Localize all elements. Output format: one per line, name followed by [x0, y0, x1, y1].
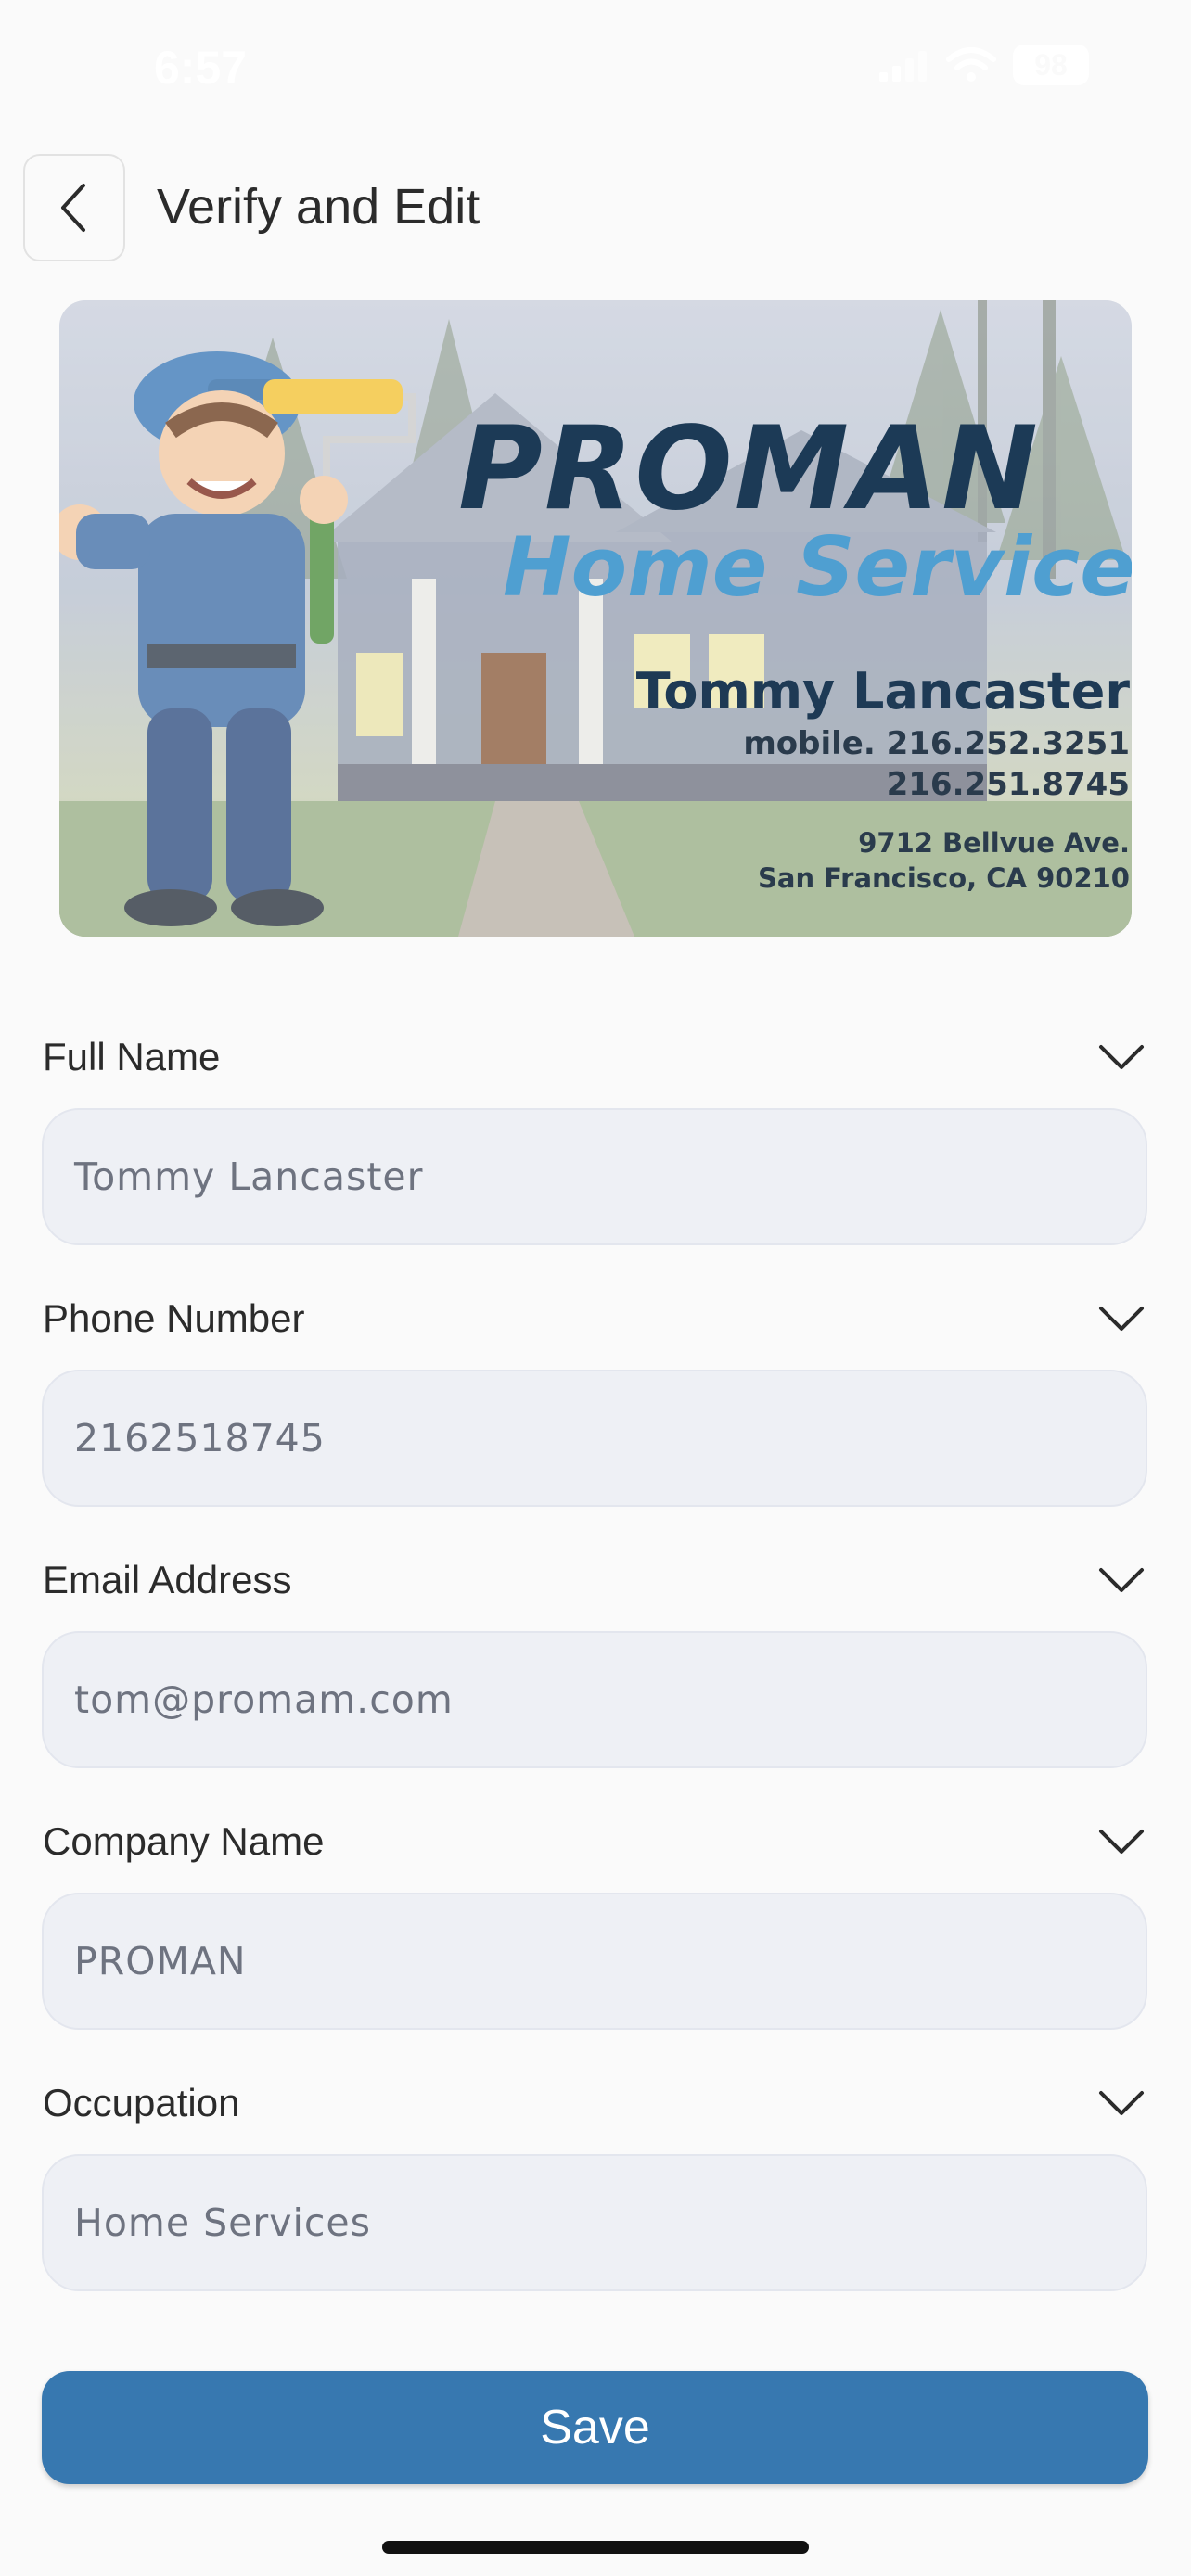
card-name: Tommy Lancaster — [635, 662, 1130, 721]
card-tagline: Home Services — [503, 519, 1132, 615]
chevron-down-icon[interactable] — [1097, 1827, 1146, 1856]
card-brand: PROMAN — [458, 402, 1040, 536]
back-button[interactable] — [23, 154, 125, 261]
full-name-field[interactable]: Tommy Lancaster — [42, 1108, 1147, 1245]
occupation-field[interactable]: Home Services — [42, 2154, 1147, 2291]
company-name-label: Company Name — [43, 1819, 325, 1863]
business-card-image: PROMAN Home Services Tommy Lancaster mob… — [59, 300, 1132, 937]
save-button[interactable]: Save — [42, 2371, 1148, 2484]
chevron-down-icon[interactable] — [1097, 1304, 1146, 1333]
chevron-down-icon[interactable] — [1097, 1565, 1146, 1595]
email-address-field[interactable]: tom@promam.com — [42, 1631, 1147, 1768]
full-name-label: Full Name — [43, 1035, 221, 1078]
status-icons: 98 — [879, 45, 1089, 85]
status-time: 6:57 — [154, 42, 248, 94]
card-phone: 216.251.8745 — [886, 766, 1130, 803]
chevron-down-icon[interactable] — [1097, 1042, 1146, 1072]
status-bar: 6:57 98 — [0, 0, 1191, 139]
signal-icon — [879, 51, 927, 82]
home-indicator[interactable] — [382, 2541, 809, 2554]
company-name-field[interactable]: PROMAN — [42, 1893, 1147, 2030]
chevron-down-icon[interactable] — [1097, 2088, 1146, 2118]
chevron-left-icon — [61, 184, 85, 232]
email-address-label: Email Address — [43, 1558, 292, 1601]
phone-number-field[interactable]: 2162518745 — [42, 1370, 1147, 1507]
card-address-line2: San Francisco, CA 90210 — [757, 862, 1130, 894]
phone-number-label: Phone Number — [43, 1296, 305, 1340]
occupation-label: Occupation — [43, 2081, 240, 2124]
page-title: Verify and Edit — [157, 179, 480, 235]
wifi-icon — [946, 47, 996, 82]
card-mobile: mobile. 216.252.3251 — [743, 725, 1130, 762]
battery-icon: 98 — [1013, 45, 1089, 85]
card-address-line1: 9712 Bellvue Ave. — [858, 827, 1130, 859]
